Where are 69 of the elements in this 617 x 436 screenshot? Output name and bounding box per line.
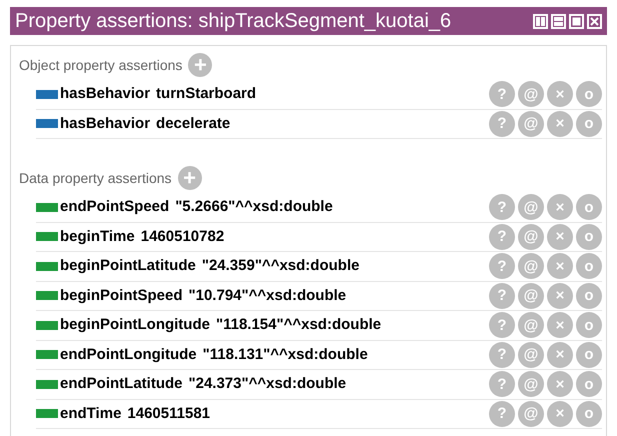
add-button[interactable]: + [178, 166, 202, 190]
row-action-button[interactable]: o [576, 282, 602, 309]
row-action-button[interactable]: @ [518, 81, 544, 108]
row-action-button[interactable]: @ [518, 342, 544, 368]
row-action-button[interactable]: × [547, 312, 573, 338]
row-action-button[interactable]: × [547, 371, 573, 398]
maximize-icon[interactable] [569, 14, 584, 28]
property-value: "24.359"^^xsd:double [202, 256, 360, 276]
row-action-button[interactable]: o [576, 224, 602, 250]
row-action-button[interactable]: ? [489, 224, 515, 250]
property-name: beginPointLongitude [60, 315, 210, 335]
row-action-button[interactable]: × [547, 224, 573, 250]
row-action-button[interactable]: × [547, 81, 573, 108]
row-action-button[interactable]: o [576, 81, 602, 108]
row-action-button[interactable]: ? [489, 282, 515, 309]
row-action-button[interactable]: ? [489, 371, 515, 398]
row-action-button[interactable]: × [547, 282, 573, 309]
property-name: endPointLongitude [60, 344, 197, 364]
property-value: "10.794"^^xsd:double [188, 286, 346, 306]
row-action-button[interactable]: @ [518, 400, 544, 427]
row-action-button[interactable]: o [576, 371, 602, 398]
row-action-button[interactable]: ? [489, 400, 515, 427]
row-action-button[interactable]: ? [489, 110, 515, 137]
section-header: Object property assertions [19, 56, 182, 75]
row-action-button[interactable]: ? [489, 253, 515, 280]
property-name: hasBehavior [60, 84, 150, 104]
row-action-button[interactable]: ? [489, 342, 515, 368]
row-action-button[interactable]: × [547, 110, 573, 137]
property-value: "24.373"^^xsd:double [188, 374, 346, 394]
property-name: endPointLatitude [60, 374, 182, 394]
property-value: "118.131"^^xsd:double [202, 344, 368, 364]
property-name: beginPointLatitude [60, 256, 196, 276]
row-action-button[interactable]: @ [518, 194, 544, 220]
row-action-button[interactable]: @ [518, 224, 544, 250]
property-value: "118.154"^^xsd:double [216, 315, 382, 335]
property-value: decelerate [156, 114, 230, 134]
row-action-button[interactable]: o [576, 253, 602, 280]
property-name: beginTime [60, 226, 135, 246]
row-action-button[interactable]: @ [518, 312, 544, 338]
row-action-button[interactable]: o [576, 194, 602, 220]
split-vertical-icon[interactable] [533, 14, 548, 28]
row-action-button[interactable]: × [547, 194, 573, 220]
row-action-button[interactable]: @ [518, 253, 544, 280]
row-action-button[interactable]: ? [489, 81, 515, 108]
property-name: endPointSpeed [60, 197, 170, 217]
property-value: turnStarboard [156, 84, 256, 104]
property-name: endTime [60, 404, 122, 424]
property-name: hasBehavior [60, 114, 150, 134]
row-action-button[interactable]: o [576, 342, 602, 368]
property-value: 1460510782 [140, 226, 224, 246]
row-action-button[interactable]: × [547, 400, 573, 427]
row-action-button[interactable]: × [547, 342, 573, 368]
row-action-button[interactable]: × [547, 253, 573, 280]
row-action-button[interactable]: @ [518, 110, 544, 137]
row-action-button[interactable]: o [576, 400, 602, 427]
add-button[interactable]: + [188, 53, 212, 77]
property-name: beginPointSpeed [60, 286, 183, 306]
property-value: "5.2666"^^xsd:double [175, 197, 333, 217]
row-action-button[interactable]: @ [518, 282, 544, 309]
property-value: 1460511581 [127, 404, 210, 424]
close-icon[interactable] [587, 14, 602, 28]
row-action-button[interactable]: ? [489, 194, 515, 220]
section-header: Data property assertions [19, 168, 172, 188]
window-title: Property assertions: shipTrackSegment_kuotai_6 [15, 9, 452, 34]
row-action-button[interactable]: ? [489, 312, 515, 338]
row-action-button[interactable]: o [576, 312, 602, 338]
row-action-button[interactable]: @ [518, 371, 544, 398]
row-action-button[interactable]: o [576, 110, 602, 137]
split-horizontal-icon[interactable] [551, 14, 566, 28]
